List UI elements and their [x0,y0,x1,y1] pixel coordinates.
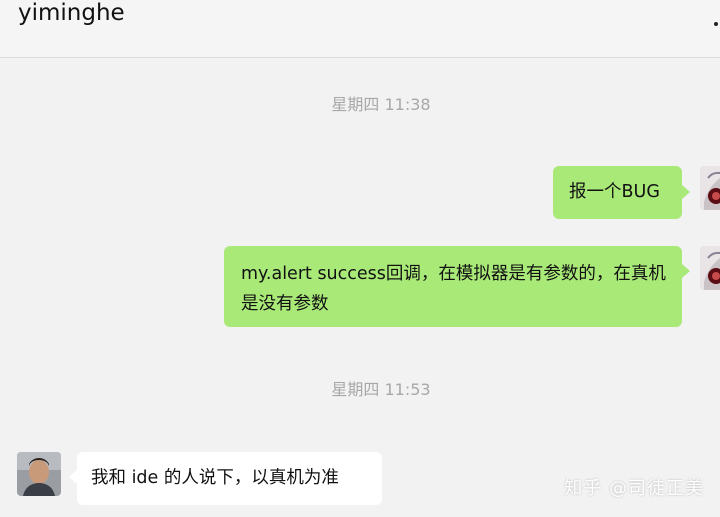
watermark: 知乎 @司徒正美 [564,478,704,499]
sent-message-bubble[interactable]: 报一个BUG [553,166,682,219]
message-text: my.alert success回调，在模拟器是有参数的，在真机是没有参数 [241,264,666,314]
message-timestamp: 星期四 11:53 [331,380,431,399]
bubble-tail [682,185,690,199]
message-text: 我和 ide 的人说下，以真机为准 [91,468,339,488]
message-text: 报一个BUG [569,182,660,202]
bubble-tail [682,264,690,278]
chat-title: yiminghe [18,0,125,26]
message-timestamp: 星期四 11:38 [331,95,431,114]
contact-avatar[interactable] [17,452,61,496]
received-message-bubble[interactable]: 我和 ide 的人说下，以真机为准 [77,452,382,505]
my-avatar[interactable] [700,166,720,210]
chat-header: yiminghe [0,0,720,58]
sent-message-bubble[interactable]: my.alert success回调，在模拟器是有参数的，在真机是没有参数 [224,246,682,327]
my-avatar[interactable] [700,246,720,290]
more-options-icon[interactable] [714,22,718,26]
bubble-tail [69,470,77,484]
